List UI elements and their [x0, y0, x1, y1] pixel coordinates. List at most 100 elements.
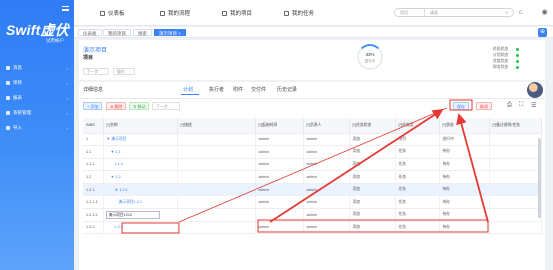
table-row[interactable]: 1 ▼ 演示项目 admin admin 添加 项目 进行中	[83, 133, 542, 147]
table-cell[interactable]: admin	[303, 195, 350, 210]
table-cell[interactable]: 任务	[395, 208, 440, 222]
table-cell[interactable]: 1.2.2	[103, 221, 178, 235]
table-cell[interactable]: 添加	[349, 195, 396, 210]
column-header[interactable]: WBS	[83, 118, 104, 134]
table-cell[interactable]: ▼ 演示项目	[103, 133, 178, 147]
table-cell[interactable]: admin	[255, 170, 304, 184]
table-row[interactable]: 1.2 ▼ 1.2 admin admin 添加 任务 待办	[83, 170, 542, 184]
next-step-dropdown[interactable]: 下一步	[152, 102, 180, 110]
table-cell[interactable]	[177, 158, 256, 172]
print-icon[interactable]: ⎙	[507, 102, 512, 109]
table-cell[interactable]: admin	[303, 183, 350, 197]
table-cell[interactable]: 任务	[395, 170, 440, 184]
sidebar-item-system[interactable]: 系统管理 ›	[0, 108, 74, 118]
table-cell[interactable]: 任务	[395, 195, 440, 210]
menu-my-flow[interactable]: 我的流程	[160, 9, 190, 17]
table-cell[interactable]	[177, 170, 256, 184]
table-cell[interactable]: 1.2.1.1	[83, 195, 104, 210]
table-cell[interactable]: 添加	[349, 158, 396, 172]
table-cell[interactable]: ▼ 1.1	[103, 145, 178, 159]
table-cell[interactable]: 添加	[349, 145, 396, 159]
menu-dashboard[interactable]: 仪表板	[100, 9, 125, 17]
expand-icon[interactable]: ⊕	[538, 28, 547, 37]
table-cell[interactable]: 添加	[349, 170, 396, 184]
table-cell[interactable]: admin	[303, 158, 350, 172]
table-cell[interactable]	[489, 221, 542, 235]
table-cell[interactable]: 添加	[349, 208, 396, 222]
table-cell[interactable]	[489, 145, 542, 159]
column-header[interactable]: [*]名称	[103, 118, 178, 134]
table-cell[interactable]: ▼ 1.2.1	[103, 183, 178, 197]
sidebar-item-report[interactable]: 报表 ›	[0, 93, 74, 103]
table-cell[interactable]: 任务	[395, 145, 440, 159]
search-input[interactable]: 请选	[425, 10, 513, 16]
table-cell[interactable]: 1.1	[83, 145, 104, 159]
table-cell[interactable]: 待办	[439, 145, 490, 159]
table-cell[interactable]: 任务	[395, 221, 440, 235]
table-cell[interactable]: 待办	[439, 195, 490, 210]
hamburger-menu-icon[interactable]	[62, 6, 69, 11]
column-header[interactable]: [*]状态	[439, 118, 490, 134]
table-row[interactable]: 1.1 ▼ 1.1 admin admin 添加 任务 待办	[83, 145, 542, 159]
table-row[interactable]: 1.1.1 1.1.1 admin admin 添加 任务 待办	[83, 158, 542, 172]
column-header[interactable]: [*]描述	[177, 118, 256, 134]
table-cell[interactable]: admin	[255, 221, 304, 235]
table-cell[interactable]: admin	[303, 208, 350, 222]
table-cell[interactable]: 任务	[395, 158, 440, 172]
table-cell[interactable]: 添加	[349, 221, 396, 235]
table-cell[interactable]	[177, 208, 256, 222]
search-icon[interactable]: ⌕	[505, 10, 508, 16]
cancel-button[interactable]: 取消	[476, 102, 492, 110]
sidebar-item-message[interactable]: 消息 ›	[0, 63, 74, 73]
table-cell[interactable]: 添加	[349, 183, 396, 197]
sidebar-item-project[interactable]: 项目 ›	[0, 78, 74, 88]
table-cell[interactable]: admin	[303, 221, 350, 235]
table-cell[interactable]	[177, 145, 256, 159]
table-cell[interactable]: admin	[303, 170, 350, 184]
move-button[interactable]: ⇅ 移动	[129, 102, 150, 110]
table-cell[interactable]: 1.2.2	[83, 221, 104, 235]
add-button[interactable]: + 添加	[83, 102, 103, 110]
avatar[interactable]	[527, 82, 543, 98]
sidebar-item-import[interactable]: 导入 ›	[0, 123, 74, 133]
subtab-details[interactable]: 详细信息	[83, 86, 103, 93]
table-row[interactable]: 1.2.1.1 演示项目1.2.1 admin admin 添加 任务 待办	[83, 195, 542, 210]
column-header[interactable]: [*]备注说明/任务	[489, 118, 542, 134]
table-cell[interactable]: admin	[255, 158, 304, 172]
column-header[interactable]: [*]任务状态	[349, 118, 396, 134]
fullscreen-icon[interactable]: ⛶	[519, 102, 523, 109]
table-cell[interactable]: admin	[255, 133, 304, 147]
menu-my-tasks[interactable]: 我的任务	[284, 9, 314, 17]
column-header[interactable]: [*]负责人	[303, 118, 350, 134]
table-cell[interactable]: 演示项目1212	[103, 208, 178, 222]
table-cell[interactable]: 项目	[395, 133, 440, 147]
subtab-deliverables[interactable]: 交付件	[251, 86, 266, 93]
tab-search[interactable]: 搜索	[133, 29, 152, 36]
tab-my-projects[interactable]: 我的项目	[103, 29, 131, 36]
table-cell[interactable]	[489, 170, 542, 184]
table-cell[interactable]	[177, 183, 256, 197]
table-cell[interactable]	[489, 133, 542, 147]
table-cell[interactable]	[489, 158, 542, 172]
table-cell[interactable]	[255, 208, 304, 222]
table-cell[interactable]: 添加	[349, 133, 396, 147]
table-cell[interactable]: admin	[255, 195, 304, 210]
table-row[interactable]: 1.2.1 ▼ 1.2.1 admin admin 添加 任务 待办	[83, 183, 542, 197]
table-cell[interactable]: 1.1.1	[83, 158, 104, 172]
table-cell[interactable]: admin	[303, 133, 350, 147]
table-cell[interactable]: admin	[303, 145, 350, 159]
column-header[interactable]: [*]起始时间	[255, 118, 304, 134]
table-cell[interactable]: ▼ 1.2	[103, 170, 178, 184]
table-cell[interactable]: 待办	[439, 170, 490, 184]
tab-demo-project[interactable]: 演示项目 ×	[154, 29, 186, 36]
subtab-executors[interactable]: 执行者	[209, 86, 224, 93]
column-header[interactable]: [*]任务类	[395, 118, 440, 134]
table-row[interactable]: 1.2.1.2 演示项目1212 admin 添加 任务 待办	[83, 208, 542, 222]
search-bar[interactable]: 项目 请选 ⌕	[394, 8, 514, 17]
table-cell[interactable]: 1.2	[83, 170, 104, 184]
table-cell[interactable]: 进行中	[439, 133, 490, 147]
save-button[interactable]: 保存	[453, 102, 469, 110]
table-cell[interactable]: 演示项目1.2.1	[103, 195, 178, 210]
subtab-attachments[interactable]: 附件	[233, 86, 243, 93]
table-cell[interactable]	[489, 195, 542, 210]
